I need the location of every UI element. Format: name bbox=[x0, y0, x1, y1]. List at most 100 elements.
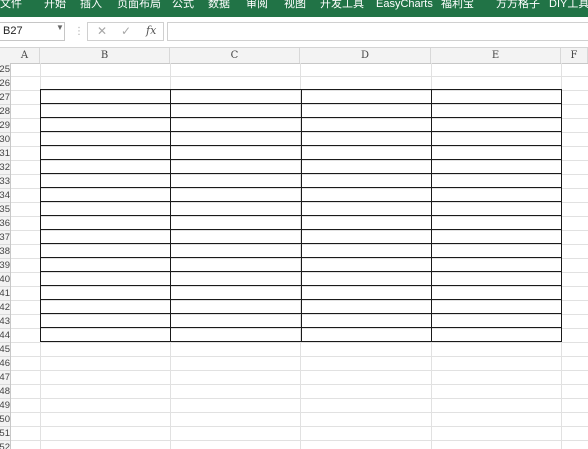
row-header[interactable]: 40 bbox=[0, 273, 10, 287]
cell[interactable] bbox=[170, 201, 302, 216]
cell[interactable] bbox=[300, 173, 432, 188]
row-header[interactable]: 34 bbox=[0, 189, 10, 203]
column-header-e[interactable]: E bbox=[431, 48, 561, 63]
cell[interactable] bbox=[430, 215, 563, 230]
row-header[interactable]: 38 bbox=[0, 245, 10, 259]
column-header-c[interactable]: C bbox=[170, 48, 300, 63]
cell[interactable] bbox=[300, 215, 432, 230]
ribbon-tab[interactable]: 开发工具 bbox=[320, 0, 364, 14]
cell[interactable] bbox=[39, 117, 172, 132]
cell[interactable] bbox=[39, 145, 172, 160]
row-header[interactable]: 30 bbox=[0, 133, 10, 147]
cell[interactable] bbox=[39, 257, 172, 272]
column-header-d[interactable]: D bbox=[300, 48, 431, 63]
formula-bar-drag-handle-icon[interactable]: ⋮ bbox=[74, 26, 84, 37]
cell[interactable] bbox=[300, 187, 432, 202]
row-header[interactable]: 26 bbox=[0, 77, 10, 91]
row-header[interactable]: 31 bbox=[0, 147, 10, 161]
cell[interactable] bbox=[39, 313, 172, 328]
cell[interactable] bbox=[170, 285, 302, 300]
cell[interactable] bbox=[170, 187, 302, 202]
cell[interactable] bbox=[39, 243, 172, 258]
cell[interactable] bbox=[430, 327, 563, 342]
cell[interactable] bbox=[300, 145, 432, 160]
row-header[interactable]: 33 bbox=[0, 175, 10, 189]
cell[interactable] bbox=[430, 229, 563, 244]
row-header[interactable]: 45 bbox=[0, 343, 10, 357]
row-header[interactable]: 32 bbox=[0, 161, 10, 175]
ribbon-tab[interactable]: EasyCharts bbox=[376, 0, 433, 14]
cell[interactable] bbox=[300, 243, 432, 258]
column-header-a[interactable]: A bbox=[10, 48, 40, 63]
row-header[interactable]: 44 bbox=[0, 329, 10, 343]
cell[interactable] bbox=[430, 173, 563, 188]
cell[interactable] bbox=[39, 285, 172, 300]
cell[interactable] bbox=[39, 131, 172, 146]
cell[interactable] bbox=[39, 103, 172, 118]
row-header[interactable]: 43 bbox=[0, 315, 10, 329]
cell[interactable] bbox=[170, 103, 302, 118]
row-header[interactable]: 29 bbox=[0, 119, 10, 133]
enter-icon[interactable]: ✓ bbox=[121, 24, 131, 38]
row-header[interactable]: 46 bbox=[0, 357, 10, 371]
ribbon-tab[interactable]: 开始 bbox=[44, 0, 66, 14]
ribbon-tab[interactable]: 公式 bbox=[172, 0, 194, 14]
cell[interactable] bbox=[300, 117, 432, 132]
cell[interactable] bbox=[430, 313, 563, 328]
ribbon-tab[interactable]: DIY工具箱 bbox=[549, 0, 588, 14]
cell[interactable] bbox=[39, 271, 172, 286]
chevron-down-icon[interactable]: ▼ bbox=[56, 23, 64, 32]
cell[interactable] bbox=[39, 173, 172, 188]
cell[interactable] bbox=[430, 201, 563, 216]
cell[interactable] bbox=[170, 117, 302, 132]
cell[interactable] bbox=[300, 89, 432, 104]
cell[interactable] bbox=[300, 257, 432, 272]
cell[interactable] bbox=[430, 257, 563, 272]
cell[interactable] bbox=[300, 201, 432, 216]
cell[interactable] bbox=[430, 271, 563, 286]
ribbon-tab[interactable]: 插入 bbox=[80, 0, 102, 14]
cell[interactable] bbox=[170, 327, 302, 342]
insert-function-icon[interactable]: fx bbox=[146, 24, 156, 37]
cell[interactable] bbox=[39, 187, 172, 202]
cell[interactable] bbox=[170, 159, 302, 174]
row-header[interactable]: 36 bbox=[0, 217, 10, 231]
cell[interactable] bbox=[300, 159, 432, 174]
cell[interactable] bbox=[170, 243, 302, 258]
row-header[interactable]: 48 bbox=[0, 385, 10, 399]
cell[interactable] bbox=[430, 299, 563, 314]
row-header[interactable]: 37 bbox=[0, 231, 10, 245]
cell[interactable] bbox=[39, 89, 172, 104]
cell[interactable] bbox=[170, 257, 302, 272]
row-header[interactable]: 47 bbox=[0, 371, 10, 385]
cell[interactable] bbox=[430, 243, 563, 258]
cell[interactable] bbox=[300, 229, 432, 244]
row-header[interactable]: 28 bbox=[0, 105, 10, 119]
row-header[interactable]: 35 bbox=[0, 203, 10, 217]
cell[interactable] bbox=[430, 117, 563, 132]
cell[interactable] bbox=[300, 299, 432, 314]
cell[interactable] bbox=[300, 103, 432, 118]
cell[interactable] bbox=[39, 299, 172, 314]
ribbon-tab[interactable]: 视图 bbox=[284, 0, 306, 14]
cell[interactable] bbox=[39, 201, 172, 216]
cell[interactable] bbox=[430, 187, 563, 202]
ribbon-tab[interactable]: 福利宝 bbox=[441, 0, 474, 14]
cell[interactable] bbox=[300, 131, 432, 146]
cell[interactable] bbox=[170, 215, 302, 230]
cell[interactable] bbox=[170, 299, 302, 314]
cell[interactable] bbox=[300, 313, 432, 328]
row-header[interactable]: 49 bbox=[0, 399, 10, 413]
cell[interactable] bbox=[430, 103, 563, 118]
row-header[interactable]: 41 bbox=[0, 287, 10, 301]
cell[interactable] bbox=[39, 215, 172, 230]
cell[interactable] bbox=[430, 285, 563, 300]
row-header[interactable]: 39 bbox=[0, 259, 10, 273]
row-header[interactable]: 42 bbox=[0, 301, 10, 315]
formula-input[interactable] bbox=[167, 22, 588, 41]
cell[interactable] bbox=[300, 327, 432, 342]
cell[interactable] bbox=[39, 229, 172, 244]
cell[interactable] bbox=[170, 271, 302, 286]
ribbon-tab[interactable]: 文件 bbox=[0, 0, 22, 14]
ribbon-tab[interactable]: 方方格子 bbox=[496, 0, 540, 14]
